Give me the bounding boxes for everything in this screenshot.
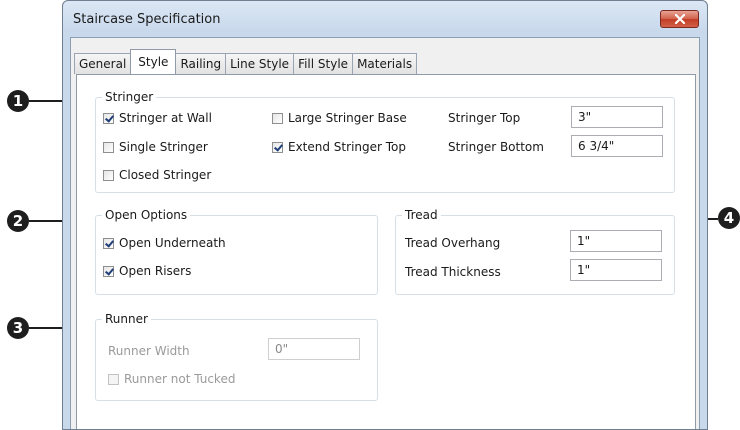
single-stringer-checkbox[interactable]: Single Stringer (103, 140, 208, 154)
checkbox-box (103, 112, 114, 124)
stringer-bottom-label: Stringer Bottom (448, 140, 544, 154)
checkbox-label: Runner not Tucked (124, 372, 236, 386)
stringer-top-label: Stringer Top (448, 111, 521, 125)
tread-overhang-label: Tread Overhang (405, 236, 501, 250)
checkbox-box (272, 141, 283, 153)
open-risers-checkbox[interactable]: Open Risers (103, 264, 191, 278)
tread-group: Tread Tread Overhang 1" Tread Thickness … (395, 208, 675, 295)
stringer-bottom-field[interactable]: 6 3/4" (571, 135, 663, 157)
large-stringer-base-checkbox[interactable]: Large Stringer Base (272, 111, 407, 125)
closed-stringer-checkbox[interactable]: Closed Stringer (103, 168, 211, 182)
runner-width-field[interactable]: 0" (268, 338, 360, 360)
runner-not-tucked-checkbox[interactable]: Runner not Tucked (108, 372, 235, 386)
tab-label: Railing (180, 57, 222, 71)
open-underneath-checkbox[interactable]: Open Underneath (103, 236, 226, 250)
checkbox-label: Extend Stringer Top (288, 140, 407, 154)
stringer-group-title: Stringer (102, 90, 157, 104)
tab-railing[interactable]: Railing (175, 53, 227, 74)
tab-label: Style (138, 55, 169, 69)
open-options-group-title: Open Options (102, 208, 191, 222)
window-title: Staircase Specification (73, 12, 221, 27)
checkbox-box (103, 141, 114, 153)
stringer-at-wall-checkbox[interactable]: Stringer at Wall (103, 111, 212, 125)
checkbox-label: Large Stringer Base (288, 111, 407, 125)
title-bar[interactable]: Staircase Specification (63, 1, 707, 41)
open-options-group: Open Options Open Underneath Open Risers (95, 208, 378, 295)
callout-4: 4 (718, 207, 740, 229)
callout-3: 3 (7, 317, 29, 339)
tab-label: Line Style (230, 57, 290, 71)
close-icon (674, 14, 685, 24)
callout-1: 1 (7, 90, 29, 112)
tab-fill-style[interactable]: Fill Style (293, 53, 354, 74)
stringer-group: Stringer Stringer at Wall Single Stringe… (95, 90, 675, 193)
tab-strip: General Style Railing Line Style Fill St… (74, 49, 418, 74)
tread-thickness-field[interactable]: 1" (570, 259, 662, 281)
tread-group-title: Tread (402, 208, 441, 222)
extend-stringer-top-checkbox[interactable]: Extend Stringer Top (272, 140, 406, 154)
tab-label: General (79, 57, 127, 71)
checkbox-box (103, 169, 114, 181)
checkbox-label: Single Stringer (119, 140, 208, 154)
close-button[interactable] (660, 10, 699, 28)
tread-thickness-label: Tread Thickness (405, 265, 501, 279)
checkbox-box (272, 112, 283, 124)
checkbox-label: Stringer at Wall (119, 111, 212, 125)
tread-overhang-field[interactable]: 1" (570, 230, 662, 252)
tab-label: Fill Style (298, 57, 349, 71)
checkbox-label: Open Underneath (119, 236, 226, 250)
stringer-top-field[interactable]: 3" (571, 106, 663, 128)
checkbox-box (103, 237, 114, 249)
dialog-client-area: General Style Railing Line Style Fill St… (70, 37, 700, 429)
tab-general[interactable]: General (74, 53, 132, 74)
checkbox-box (103, 265, 114, 277)
callout-2: 2 (7, 210, 29, 232)
style-tab-page: Stringer Stringer at Wall Single Stringe… (76, 74, 696, 429)
tab-line-style[interactable]: Line Style (225, 53, 295, 74)
checkbox-box (108, 373, 119, 385)
tab-materials[interactable]: Materials (352, 53, 418, 74)
tab-label: Materials (357, 57, 413, 71)
runner-width-label: Runner Width (108, 344, 190, 358)
staircase-specification-dialog: Staircase Specification General Style Ra… (62, 0, 708, 430)
runner-group: Runner Runner Width 0" Runner not Tucked (95, 312, 378, 401)
checkbox-label: Closed Stringer (119, 168, 212, 182)
tab-style[interactable]: Style (130, 49, 177, 74)
checkbox-label: Open Risers (119, 264, 192, 278)
runner-group-title: Runner (102, 312, 151, 326)
